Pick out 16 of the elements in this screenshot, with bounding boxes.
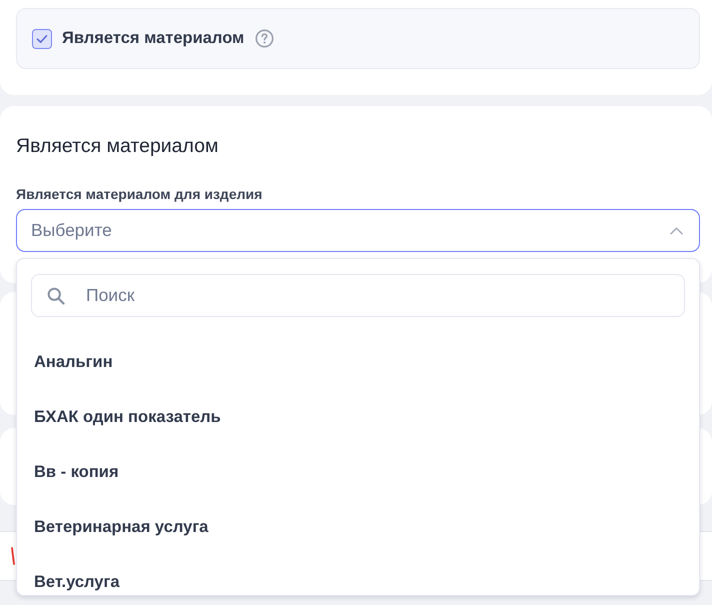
checkbox[interactable] <box>32 28 52 48</box>
dropdown-option[interactable]: Ветеринарная услуга <box>17 513 699 541</box>
check-icon <box>36 34 48 44</box>
dropdown-option[interactable]: Вет.услуга <box>17 568 699 595</box>
dropdown-option[interactable]: Анальгин <box>17 348 699 376</box>
checkbox-label: Является материалом <box>62 29 244 48</box>
dropdown-option[interactable]: Вв - копия <box>17 458 699 486</box>
select-field[interactable]: Выберите <box>16 209 700 252</box>
alert-mark-icon <box>11 547 15 565</box>
section-title: Является материалом <box>16 134 220 158</box>
help-icon[interactable] <box>255 29 274 48</box>
field-label: Является материалом для изделия <box>16 186 264 203</box>
search-field[interactable]: Поиск <box>31 274 685 317</box>
chevron-icon <box>670 226 683 234</box>
search-icon <box>47 286 65 304</box>
dropdown-option[interactable]: БХАК один показатель <box>17 403 699 431</box>
